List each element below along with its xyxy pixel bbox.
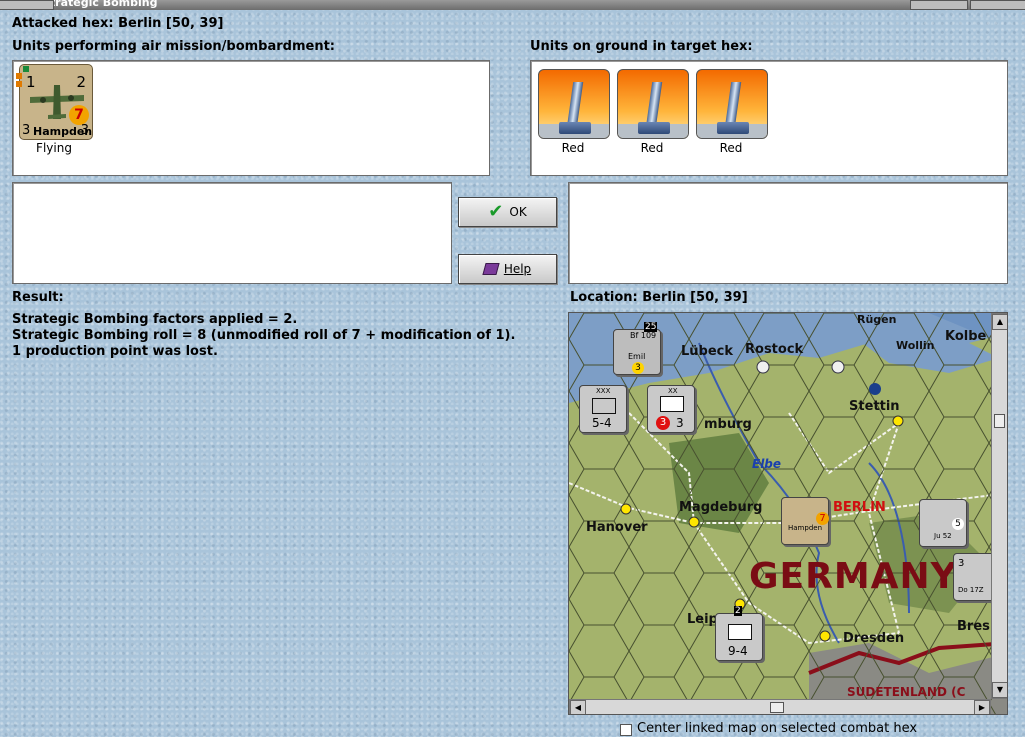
linked-map[interactable]: Lübeck Rostock Rügen Wollin Kolbe Stetti… (568, 312, 1008, 715)
checkmark-icon: ✔ (488, 201, 504, 222)
map-counter-armor[interactable]: XX 3 3 (647, 385, 695, 433)
hampden-counter: 1 2 7 3 Hampden 3 (16, 64, 93, 140)
bf109-stack: 25 (644, 322, 658, 332)
bf109-type: Bf 109 (630, 331, 657, 340)
map-island-label: Wollin (896, 339, 935, 352)
map-counter-ju52[interactable]: Ju 52 5 (919, 499, 967, 547)
location-label: Location: Berlin [50, 39] (570, 290, 748, 305)
hampden-defense: 3 (80, 123, 89, 138)
corps-strength: 5-4 (592, 416, 612, 430)
bf109-value: 3 (632, 362, 644, 374)
ok-button[interactable]: ✔ OK (458, 197, 557, 227)
ground-detail-panel (568, 182, 1008, 284)
ground-unit-aa-3[interactable]: Red (696, 69, 768, 155)
do17-value: 3 (958, 558, 965, 569)
map-city-label: Dresden (843, 631, 905, 646)
map-counter-infantry[interactable]: 9-4 2 (715, 606, 763, 661)
status-dot (23, 66, 29, 72)
do17-name: Do 17Z (958, 586, 984, 594)
ground-units-label: Units on ground in target hex: (530, 39, 753, 54)
map-island-label: Rügen (857, 313, 897, 326)
armor-symbol-icon (660, 396, 684, 412)
ju52-value: 5 (952, 518, 964, 530)
map-counter-infantry-corps[interactable]: XXX 5-4 (579, 385, 627, 433)
result-line: Strategic Bombing roll = 8 (unmodified r… (12, 328, 516, 343)
scroll-down-arrow-icon[interactable]: ▼ (992, 682, 1007, 698)
armor-badge: 3 (656, 416, 670, 430)
map-country-label: GERMANY (749, 556, 958, 597)
map-hampden-badge: 7 (816, 512, 829, 525)
ground-unit-aa-1[interactable]: Red (538, 69, 610, 155)
infantry-stack: 2 (734, 606, 742, 616)
map-city-label: Magdeburg (679, 500, 763, 515)
infantry-symbol-icon (728, 624, 752, 640)
air-detail-panel (12, 182, 452, 284)
corps-size: XXX (596, 387, 611, 395)
hampden-attack: 3 (22, 123, 31, 138)
map-city-label: mburg (704, 417, 752, 432)
status-dot (16, 73, 22, 79)
map-city-label: Rostock (745, 342, 804, 357)
scroll-left-arrow-icon[interactable]: ◀ (570, 700, 586, 714)
ju52-name: Ju 52 (934, 532, 952, 540)
map-city-label: Stettin (849, 399, 900, 414)
air-units-label: Units performing air mission/bombardment… (12, 39, 336, 54)
vertical-scroll-thumb[interactable] (994, 414, 1005, 428)
map-city-label: Hanover (586, 520, 648, 535)
bf109-name: Emil (628, 352, 646, 361)
window-title: Strategic Bombing (42, 0, 158, 9)
scroll-up-arrow-icon[interactable]: ▲ (992, 314, 1007, 330)
map-city-label: Leip (687, 612, 718, 627)
ground-unit-status: Red (561, 141, 585, 155)
ground-unit-aa-2[interactable]: Red (617, 69, 689, 155)
air-units-panel: 1 2 7 3 Hampden 3 Flying (12, 60, 490, 176)
map-river-label: Elbe (752, 457, 782, 471)
map-vertical-scrollbar[interactable]: ▲ ▼ (991, 313, 1007, 699)
armor-value: 3 (676, 416, 684, 430)
window-titlebar[interactable]: Strategic Bombing (0, 0, 1025, 10)
map-counter-hampden[interactable]: Hampden 7 (781, 497, 829, 545)
aa-gun-icon (696, 69, 768, 139)
map-counter-bf109[interactable]: Bf 109 Emil 3 25 (613, 322, 661, 375)
map-horizontal-scrollbar[interactable]: ◀ ▶ (569, 699, 991, 714)
close-button[interactable] (970, 0, 1025, 10)
status-dot (16, 81, 22, 87)
map-city-label: Bres (957, 619, 990, 634)
hampden-badge: 7 (69, 105, 89, 125)
minimize-button[interactable] (910, 0, 968, 10)
map-hampden-name: Hampden (788, 524, 823, 532)
infantry-symbol-icon (592, 398, 616, 414)
center-map-checkbox[interactable] (620, 724, 632, 736)
result-line: Strategic Bombing factors applied = 2. (12, 312, 298, 327)
aa-gun-icon (538, 69, 610, 139)
horizontal-scroll-thumb[interactable] (770, 702, 784, 713)
result-label: Result: (12, 290, 64, 305)
ground-units-panel: Red Red Red (530, 60, 1008, 176)
air-unit-hampden[interactable]: 1 2 7 3 Hampden 3 Flying (16, 64, 93, 155)
ground-unit-status: Red (640, 141, 664, 155)
map-region-label: SUDETENLAND (C (847, 685, 966, 699)
help-button-label: Help (503, 262, 532, 276)
armor-size: XX (668, 387, 678, 395)
ok-button-label: OK (509, 205, 527, 219)
aa-gun-icon (617, 69, 689, 139)
help-button[interactable]: Help (458, 254, 557, 284)
ground-unit-status: Red (719, 141, 743, 155)
map-city-label: Lübeck (681, 344, 734, 359)
result-text: Strategic Bombing factors applied = 2. S… (12, 312, 515, 360)
result-line: 1 production point was lost. (12, 344, 218, 359)
air-unit-status: Flying (36, 141, 72, 155)
map-capital-label: BERLIN (833, 500, 886, 515)
attacked-hex-label: Attacked hex: Berlin [50, 39] (12, 16, 224, 31)
system-menu-button[interactable] (0, 0, 54, 10)
help-book-icon (482, 263, 500, 275)
infantry-strength: 9-4 (728, 644, 748, 658)
scroll-right-arrow-icon[interactable]: ▶ (974, 700, 990, 714)
center-map-label[interactable]: Center linked map on selected combat hex (637, 721, 917, 736)
map-city-label: Kolbe (945, 329, 987, 344)
